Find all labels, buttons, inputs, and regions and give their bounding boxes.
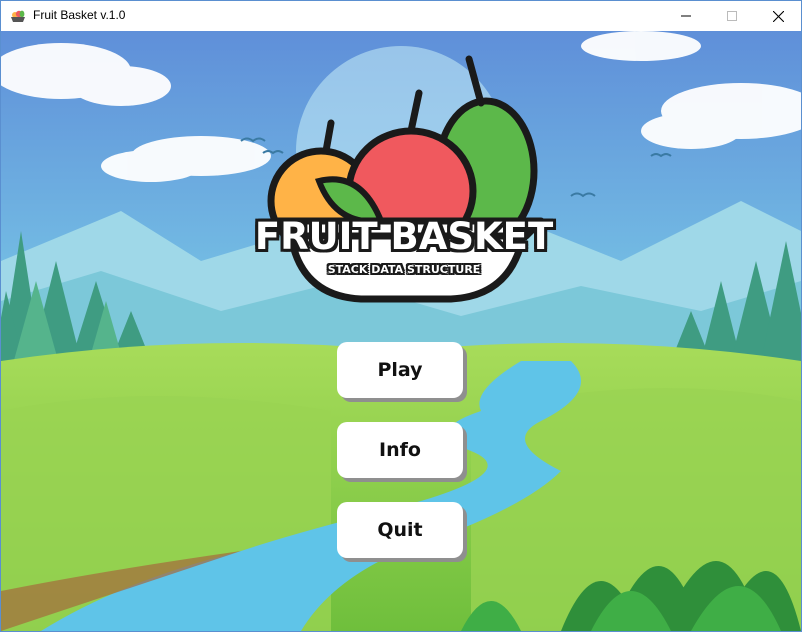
game-subtitle: STACK DATA STRUCTURE [327, 263, 481, 276]
game-title: FRUIT BASKET [254, 215, 554, 258]
maximize-icon [727, 11, 737, 21]
title-bar[interactable]: Fruit Basket v.1.0 [1, 1, 801, 31]
close-icon [772, 10, 784, 22]
info-button[interactable]: Info [337, 422, 463, 478]
game-scene: FRUIT BASKET STACK DATA STRUCTURE Play I… [1, 31, 801, 631]
minimize-icon [681, 15, 691, 17]
close-button[interactable] [755, 1, 801, 31]
quit-button[interactable]: Quit [337, 502, 463, 558]
app-window: Fruit Basket v.1.0 FRUIT BASKET STACK DA… [0, 0, 802, 632]
maximize-button[interactable] [709, 1, 755, 31]
play-button[interactable]: Play [337, 342, 463, 398]
fruit-basket-app-icon [11, 10, 25, 22]
window-title: Fruit Basket v.1.0 [33, 8, 126, 22]
minimize-button[interactable] [663, 1, 709, 31]
